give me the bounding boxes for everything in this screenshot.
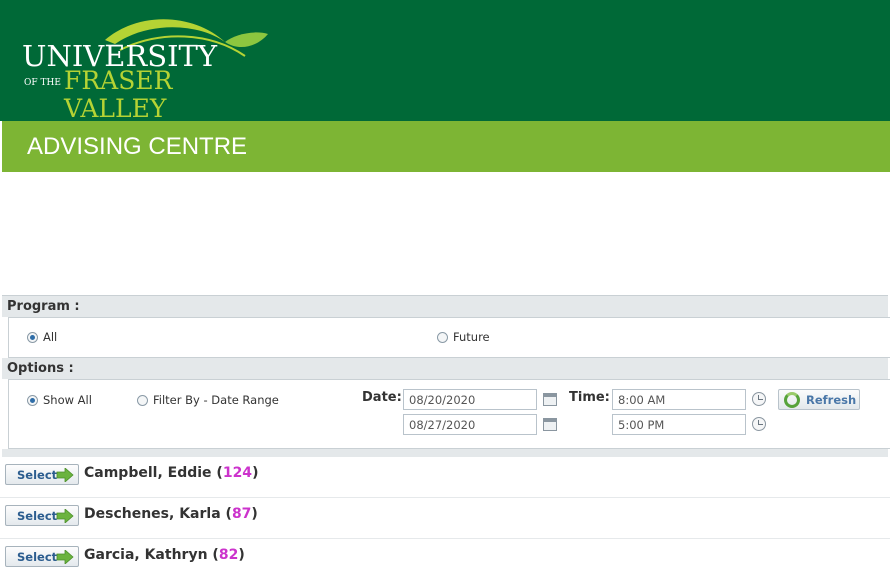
- select-button[interactable]: Select: [5, 505, 79, 526]
- advisor-count: 124: [222, 465, 253, 481]
- options-label: Options :: [7, 361, 74, 376]
- date-label: Date:: [362, 390, 402, 405]
- advisor-name-text: Deschenes, Karla: [84, 506, 221, 522]
- time-label: Time:: [569, 390, 610, 405]
- date-to-input[interactable]: 08/27/2020: [403, 414, 537, 435]
- university-logo[interactable]: UNIVERSITY OF THE FRASER VALLEY: [20, 12, 280, 123]
- advisor-count: 82: [218, 547, 239, 563]
- select-button[interactable]: Select: [5, 464, 79, 485]
- date-from-input[interactable]: 08/20/2020: [403, 389, 537, 410]
- filter-radio-show-all-label: Show All: [43, 393, 92, 407]
- refresh-icon: [784, 391, 800, 408]
- options-section-footer: [2, 449, 888, 457]
- advisor-name: Deschenes, Karla (87): [84, 506, 258, 522]
- select-button-label: Select: [17, 467, 58, 482]
- filter-radio-show-all[interactable]: Show All: [27, 393, 92, 407]
- advisor-name-text: Campbell, Eddie: [84, 465, 212, 481]
- radio-unselected-icon: [137, 394, 148, 406]
- time-from-input[interactable]: 8:00 AM: [612, 389, 746, 410]
- refresh-button-label: Refresh: [806, 392, 857, 407]
- filter-radio-date-range-label: Filter By - Date Range: [153, 393, 279, 407]
- radio-unselected-icon: [437, 331, 448, 343]
- advisor-count: 87: [231, 506, 252, 522]
- arrow-right-icon: [56, 468, 74, 482]
- advisor-row: Select Garcia, Kathryn (82): [0, 539, 890, 580]
- page-title: ADVISING CENTRE: [27, 133, 248, 160]
- filter-radio-date-range[interactable]: Filter By - Date Range: [137, 393, 279, 407]
- arrow-right-icon: [56, 550, 74, 564]
- select-button-label: Select: [17, 549, 58, 564]
- site-header: UNIVERSITY OF THE FRASER VALLEY: [0, 0, 890, 123]
- calendar-icon[interactable]: [543, 393, 557, 406]
- advisor-name: Garcia, Kathryn (82): [84, 547, 245, 563]
- time-to-input[interactable]: 5:00 PM: [612, 414, 746, 435]
- arrow-right-icon: [56, 509, 74, 523]
- radio-selected-icon: [27, 331, 38, 343]
- select-button-label: Select: [17, 508, 58, 523]
- program-radio-future[interactable]: Future: [437, 330, 490, 344]
- calendar-icon[interactable]: [543, 418, 557, 431]
- program-section-header: Program :: [2, 295, 888, 317]
- logo-fraser-valley-text: FRASER VALLEY: [64, 66, 173, 123]
- clock-icon[interactable]: [752, 392, 766, 406]
- advisor-row: Select Deschenes, Karla (87): [0, 498, 890, 539]
- options-section-header: Options :: [2, 358, 888, 379]
- program-label: Program :: [7, 299, 80, 314]
- advisor-name-text: Garcia, Kathryn: [84, 547, 208, 563]
- radio-selected-icon: [27, 394, 38, 406]
- select-button[interactable]: Select: [5, 546, 79, 567]
- program-radio-future-label: Future: [453, 330, 490, 344]
- page-banner: ADVISING CENTRE: [2, 121, 890, 172]
- program-radio-all-label: All: [43, 330, 58, 344]
- clock-icon[interactable]: [752, 417, 766, 431]
- logo-of-the-text: OF THE: [24, 78, 61, 88]
- advisor-name: Campbell, Eddie (124): [84, 465, 259, 481]
- refresh-button[interactable]: Refresh: [778, 389, 860, 410]
- program-radio-all[interactable]: All: [27, 330, 57, 344]
- advisor-row: Select Campbell, Eddie (124): [0, 457, 890, 498]
